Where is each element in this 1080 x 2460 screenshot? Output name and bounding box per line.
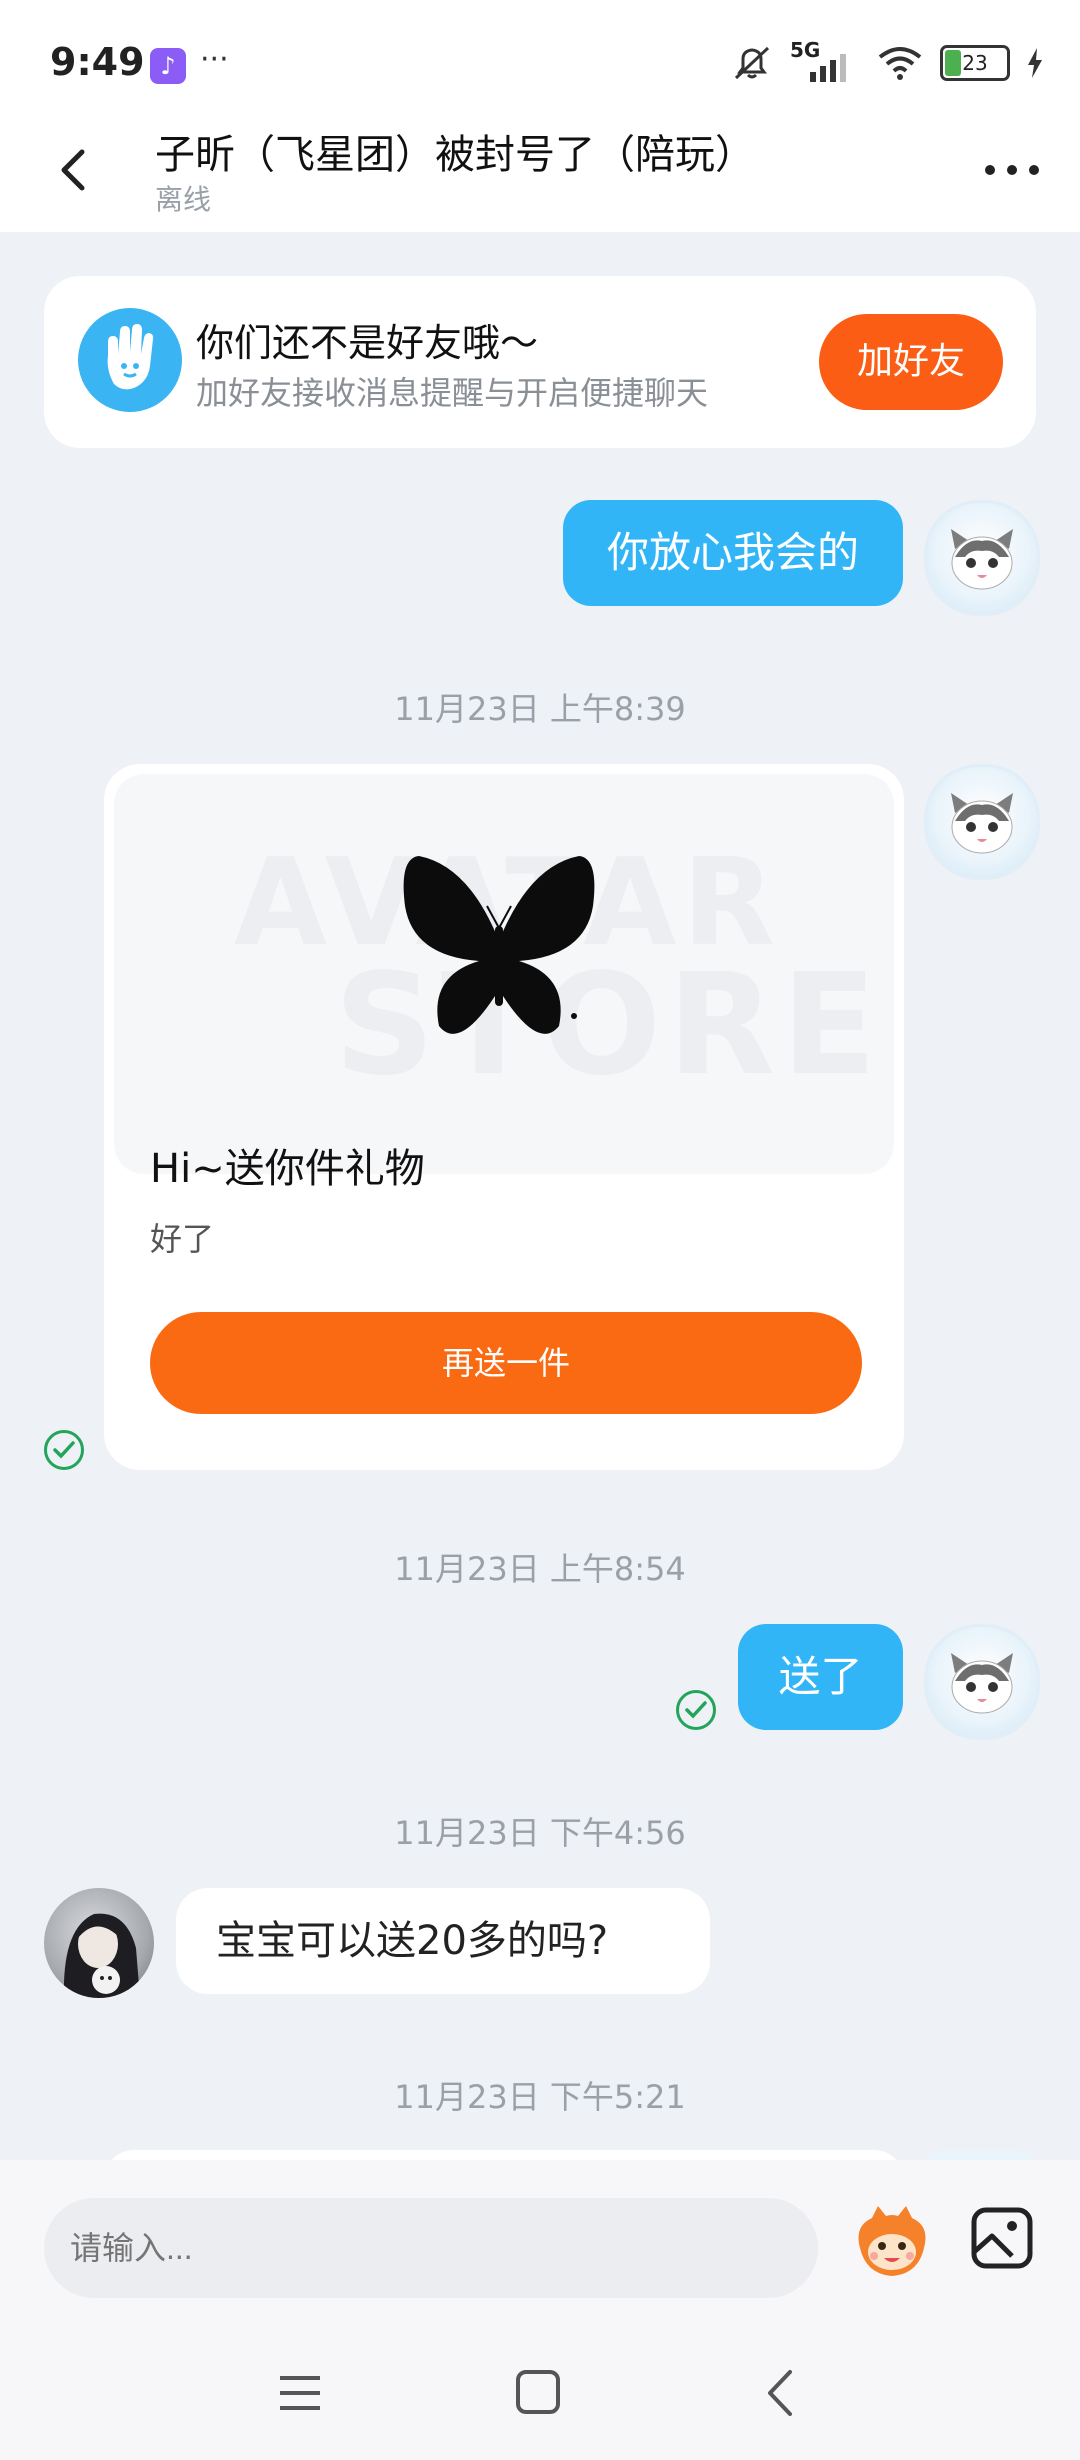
gift-message-card[interactable]: AVATAR STORE Hi~送你件礼物 好了 再送一件	[104, 764, 904, 1470]
back-arrow-icon[interactable]	[48, 142, 102, 196]
message-bubble-received[interactable]: 宝宝可以送20多的吗?	[176, 1888, 710, 1994]
gift-title: Hi~送你件礼物	[150, 1146, 425, 1192]
add-friend-button[interactable]: 加好友	[819, 314, 1003, 410]
message-timestamp: 11月23日 上午8:54	[394, 1550, 686, 1588]
image-picker-icon[interactable]	[968, 2204, 1036, 2272]
battery-icon: 23	[940, 45, 1010, 81]
more-options-icon[interactable]	[980, 150, 1044, 190]
bell-muted-icon	[734, 46, 770, 80]
contact-avatar-icon	[63, 1913, 140, 1998]
friend-banner-title: 你们还不是好友哦～	[196, 321, 539, 365]
status-icons: 5G 23	[730, 38, 1044, 82]
online-status: 离线	[155, 183, 212, 216]
read-check-icon	[676, 1690, 716, 1730]
gift-message-text: 好了	[150, 1220, 215, 1258]
message-input[interactable]	[44, 2198, 818, 2298]
system-navigation-bar	[0, 2304, 1080, 2460]
home-icon[interactable]	[516, 2370, 560, 2414]
friend-banner-subtitle: 加好友接收消息提醒与开启便捷聊天	[196, 374, 709, 412]
recent-apps-icon[interactable]	[278, 2374, 322, 2412]
message-timestamp: 11月23日 上午8:39	[394, 690, 686, 728]
status-time: 9:49	[50, 40, 145, 84]
nav-back-icon[interactable]	[760, 2368, 800, 2418]
gift-image: AVATAR STORE	[114, 774, 894, 1174]
message-input-bar	[0, 2160, 1080, 2304]
battery-level: 23	[962, 51, 988, 75]
waving-hand-icon	[78, 308, 182, 412]
message-bubble-sent[interactable]: 送了	[738, 1624, 903, 1730]
cat-avatar-icon	[951, 1653, 1013, 1714]
status-bar: 9:49 ♪ ··· 5G 23	[0, 0, 1080, 120]
cat-avatar-icon	[951, 793, 1013, 854]
tiktok-icon: ♪	[150, 48, 186, 84]
message-timestamp: 11月23日 下午5:21	[394, 2078, 686, 2116]
send-again-button[interactable]: 再送一件	[150, 1312, 862, 1414]
message-bubble-sent[interactable]: 你放心我会的	[563, 500, 903, 606]
charging-icon	[1028, 48, 1042, 78]
cell-signal-icon: 5G	[790, 38, 860, 82]
butterfly-icon	[403, 856, 595, 1034]
chat-header: 子昕（飞星团）被封号了（陪玩） 离线	[0, 120, 1080, 232]
emoji-sticker-icon[interactable]	[852, 2202, 932, 2282]
contact-avatar[interactable]	[44, 1888, 154, 1998]
message-timestamp: 11月23日 下午4:56	[394, 1814, 686, 1852]
my-avatar[interactable]	[924, 500, 1040, 616]
add-friend-banner: 你们还不是好友哦～ 加好友接收消息提醒与开启便捷聊天 加好友	[44, 276, 1036, 448]
read-check-icon	[44, 1430, 84, 1470]
cat-avatar-icon	[951, 529, 1013, 590]
my-avatar[interactable]	[924, 1624, 1040, 1740]
chat-title: 子昕（飞星团）被封号了（陪玩）	[155, 132, 755, 178]
my-avatar[interactable]	[924, 764, 1040, 880]
wifi-icon	[878, 47, 922, 80]
status-more-dots: ···	[200, 42, 229, 77]
